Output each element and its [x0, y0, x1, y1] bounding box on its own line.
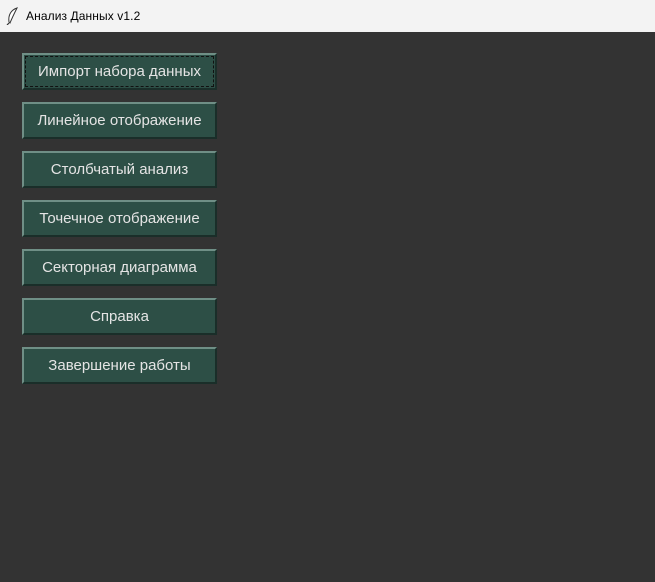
line-chart-button[interactable]: Линейное отображение	[22, 102, 217, 139]
pie-chart-button[interactable]: Секторная диаграмма	[22, 249, 217, 286]
main-panel: Импорт набора данных Линейное отображени…	[0, 32, 655, 582]
title-bar: Анализ Данных v1.2	[0, 0, 655, 32]
app-window: Анализ Данных v1.2 Импорт набора данных …	[0, 0, 655, 582]
exit-button[interactable]: Завершение работы	[22, 347, 217, 384]
bar-analysis-button[interactable]: Столбчатый анализ	[22, 151, 217, 188]
help-button[interactable]: Справка	[22, 298, 217, 335]
import-dataset-button[interactable]: Импорт набора данных	[22, 53, 217, 90]
window-title: Анализ Данных v1.2	[26, 9, 141, 23]
scatter-plot-button[interactable]: Точечное отображение	[22, 200, 217, 237]
feather-icon	[6, 7, 20, 26]
